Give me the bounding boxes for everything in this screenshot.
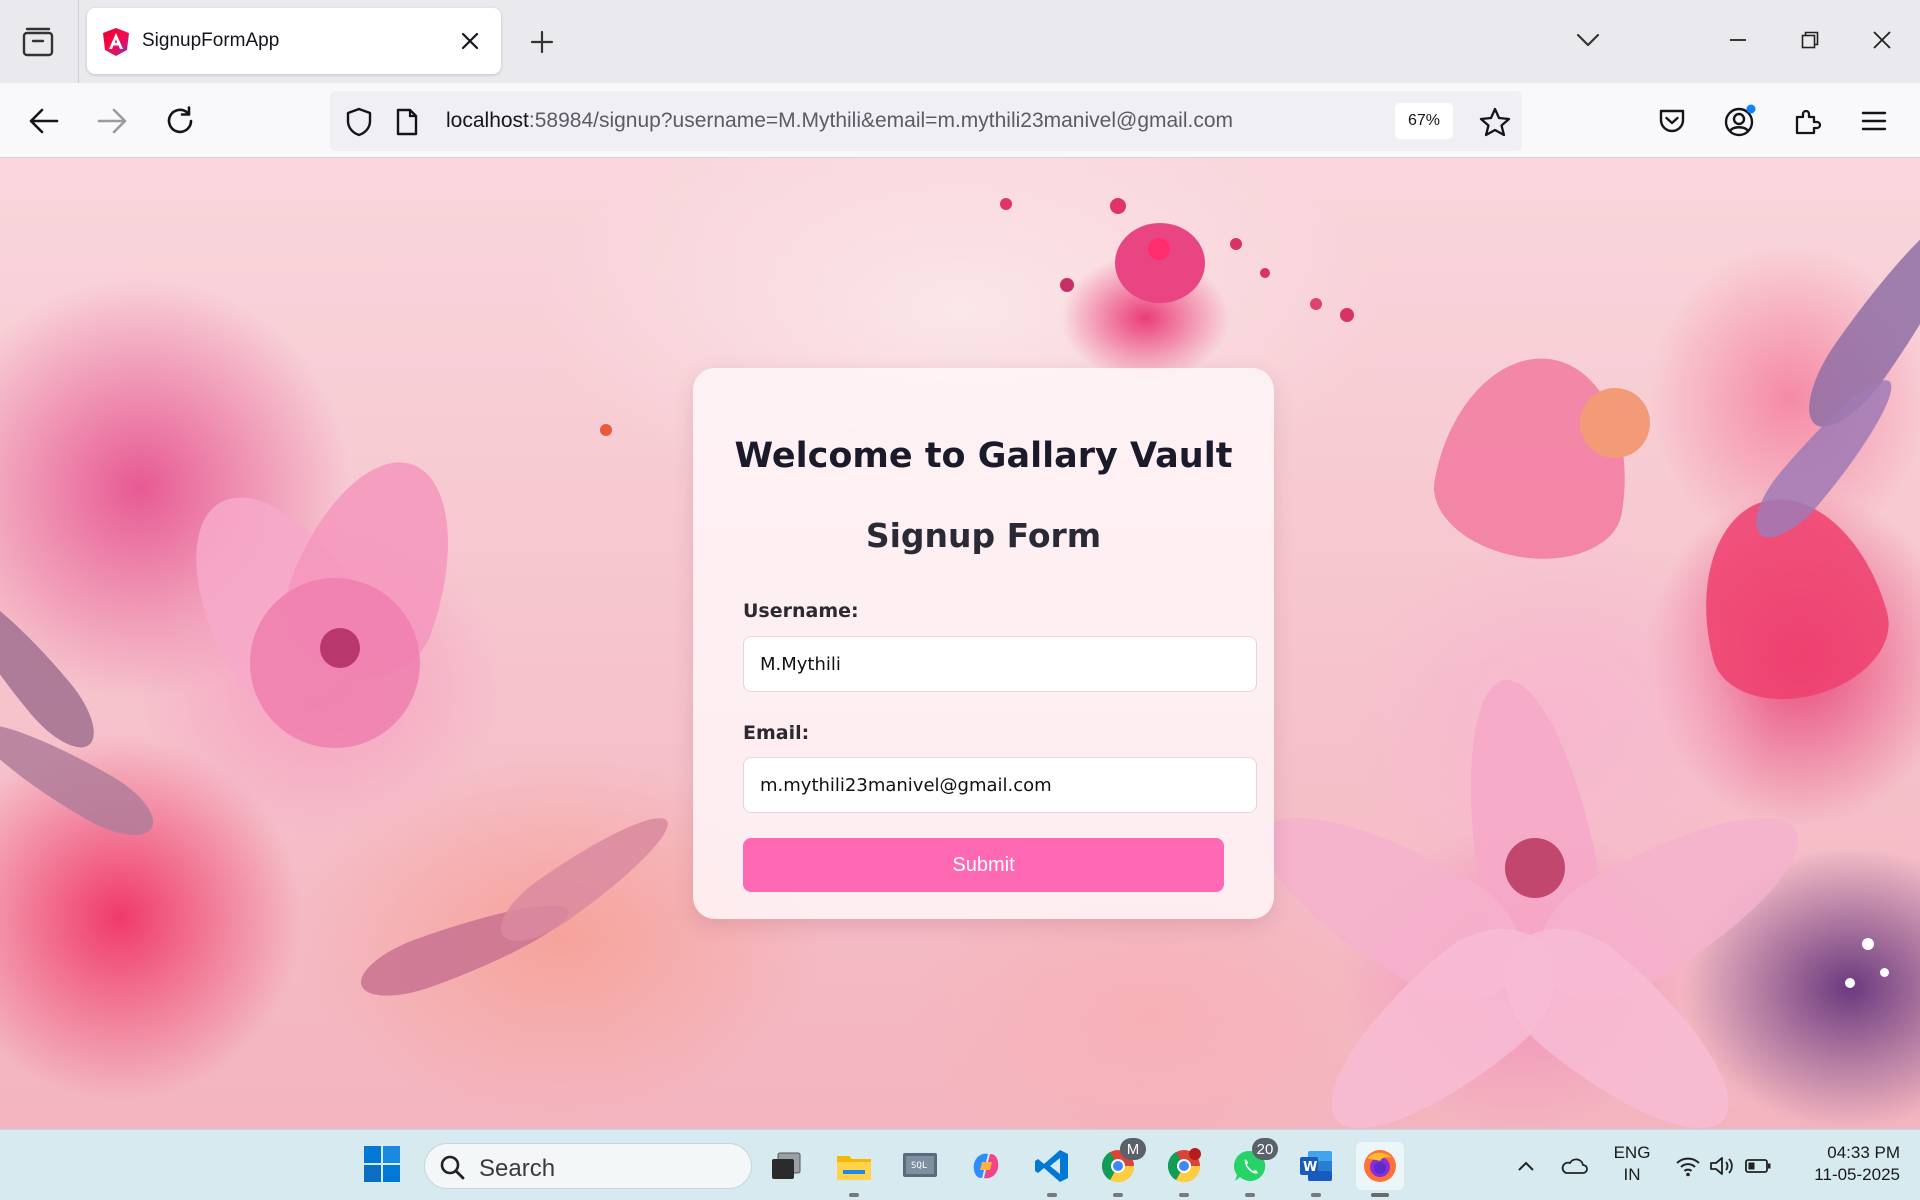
new-tab-icon[interactable] (522, 22, 562, 62)
chrome-icon[interactable] (1160, 1142, 1208, 1197)
url-path: :58984/signup?username=M.Mythili&email=m… (528, 109, 1234, 132)
sql-developer-icon[interactable]: SQL (896, 1142, 944, 1190)
running-indicator (1113, 1193, 1123, 1197)
chevron-up-icon[interactable] (1512, 1152, 1540, 1180)
region-code: IN (1623, 1165, 1641, 1184)
language-indicator[interactable]: ENG IN (1610, 1142, 1654, 1186)
taskbar: Search SQL M 20 W ENG IN 04:33 PM 11-05-… (0, 1129, 1920, 1200)
chevron-down-icon[interactable] (1570, 22, 1606, 58)
tab-title: SignupFormApp (142, 30, 280, 51)
language-code: ENG (1613, 1143, 1651, 1162)
running-indicator (1245, 1193, 1255, 1197)
angular-icon (101, 27, 131, 57)
url-bar[interactable]: localhost:58984/signup?username=M.Mythil… (330, 91, 1522, 151)
vscode-icon[interactable] (1028, 1142, 1076, 1197)
zoom-level-button[interactable]: 67% (1395, 103, 1453, 139)
pocket-icon[interactable] (1650, 99, 1694, 143)
url-text[interactable]: localhost:58984/signup?username=M.Mythil… (446, 109, 1233, 133)
running-indicator (1047, 1193, 1057, 1197)
chrome-profile-icon[interactable]: M (1094, 1138, 1146, 1197)
submit-button[interactable]: Submit (743, 838, 1224, 892)
minimize-icon[interactable] (1716, 20, 1760, 60)
tab-strip: SignupFormApp (0, 0, 1920, 83)
running-indicator (849, 1193, 859, 1197)
email-label: Email: (743, 722, 810, 744)
menu-icon[interactable] (1852, 99, 1896, 143)
svg-text:SQL: SQL (911, 1161, 927, 1171)
signup-card: Welcome to Gallary Vault Signup Form Use… (693, 368, 1274, 919)
search-icon (439, 1154, 465, 1180)
battery-icon[interactable] (1744, 1152, 1772, 1180)
firefox-icon[interactable] (1356, 1142, 1404, 1197)
taskbar-search-box[interactable]: Search (424, 1143, 752, 1189)
close-window-icon[interactable] (1860, 20, 1904, 60)
username-input[interactable]: M.Mythili (743, 636, 1257, 692)
email-input[interactable]: m.mythili23manivel@gmail.com (743, 757, 1257, 813)
copilot-icon[interactable] (962, 1142, 1010, 1190)
username-label: Username: (743, 600, 859, 622)
bookmark-star-icon[interactable] (1478, 105, 1512, 139)
page-icon[interactable] (392, 107, 422, 137)
search-placeholder: Search (479, 1155, 556, 1182)
reload-icon[interactable] (158, 99, 202, 143)
welcome-heading: Welcome to Gallary Vault (734, 436, 1233, 476)
shield-icon[interactable] (344, 107, 374, 137)
page-background: Welcome to Gallary Vault Signup Form Use… (0, 158, 1920, 1129)
running-indicator (1311, 1193, 1321, 1197)
profile-badge: M (1120, 1138, 1146, 1160)
clock-date: 11-05-2025 (1814, 1165, 1900, 1184)
wifi-icon[interactable] (1674, 1152, 1702, 1180)
windows-start-icon[interactable] (364, 1146, 404, 1186)
back-arrow-icon[interactable] (22, 99, 66, 143)
tab-divider (78, 0, 79, 83)
clock-time: 04:33 PM (1827, 1143, 1900, 1162)
file-explorer-icon[interactable] (830, 1142, 878, 1197)
url-host: localhost (446, 109, 529, 132)
active-indicator (1371, 1193, 1389, 1197)
onedrive-cloud-icon[interactable] (1560, 1152, 1588, 1180)
forward-arrow-icon[interactable] (90, 99, 134, 143)
system-clock[interactable]: 04:33 PM 11-05-2025 (1790, 1142, 1900, 1186)
firefox-view-icon[interactable] (14, 20, 62, 64)
navigation-toolbar: localhost:58984/signup?username=M.Mythil… (0, 83, 1920, 158)
word-icon[interactable]: W (1292, 1142, 1340, 1197)
svg-text:W: W (1303, 1160, 1317, 1175)
signup-form-heading: Signup Form (865, 516, 1102, 555)
whatsapp-icon[interactable]: 20 (1226, 1138, 1278, 1197)
extensions-icon[interactable] (1786, 99, 1830, 143)
tab-signupformapp[interactable]: SignupFormApp (87, 8, 501, 74)
speaker-icon[interactable] (1708, 1152, 1736, 1180)
account-icon[interactable] (1718, 99, 1762, 143)
close-tab-icon[interactable] (455, 26, 485, 56)
notification-badge: 20 (1252, 1138, 1278, 1160)
running-indicator (1179, 1193, 1189, 1197)
task-view-icon[interactable] (762, 1142, 810, 1190)
restore-icon[interactable] (1788, 20, 1832, 60)
